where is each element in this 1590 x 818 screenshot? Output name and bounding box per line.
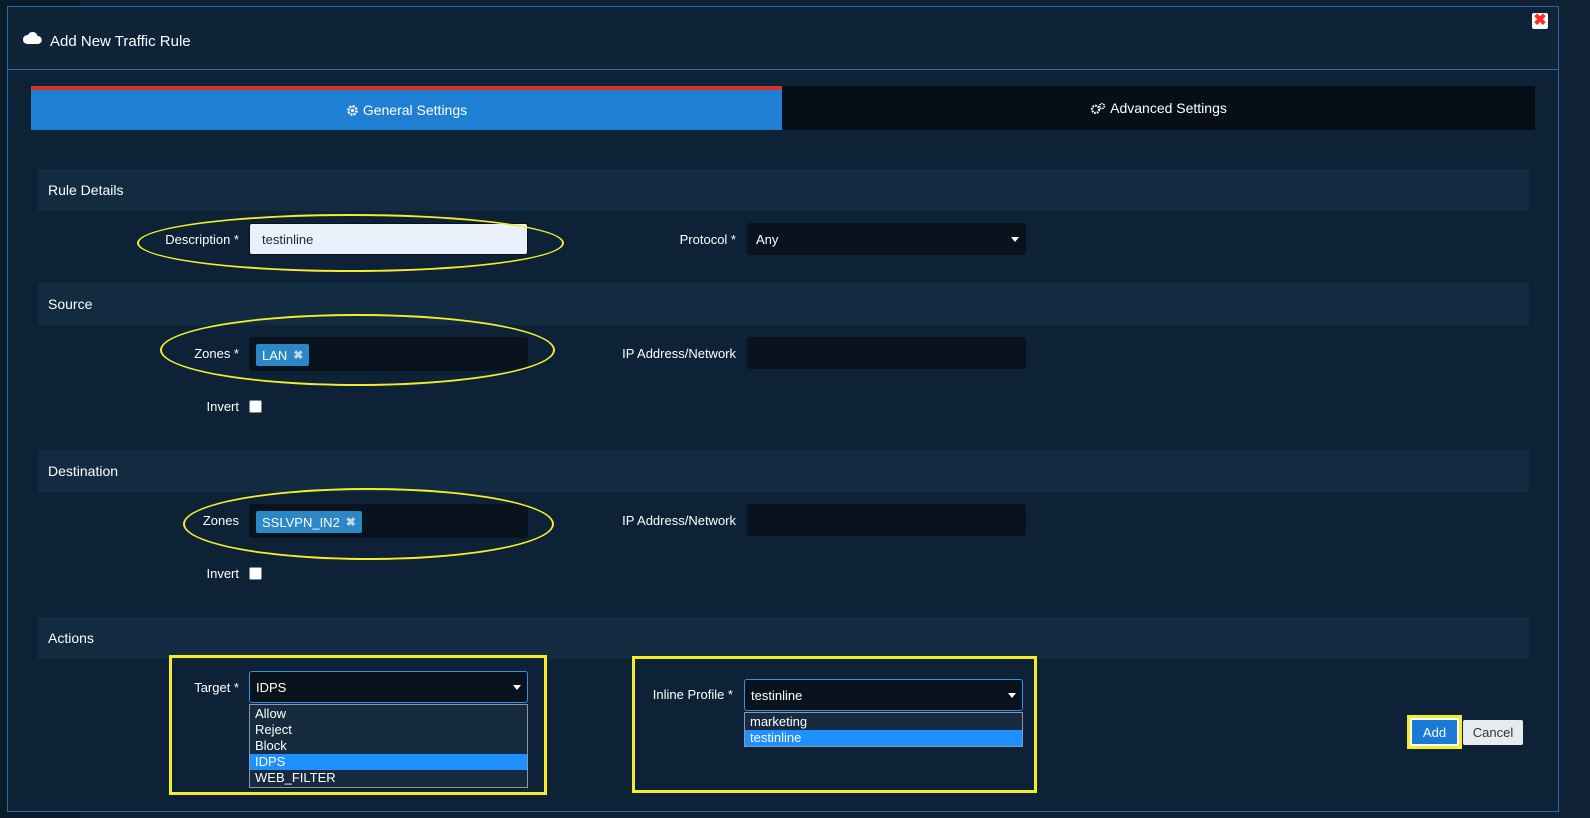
- inline-profile-select[interactable]: testinline: [744, 679, 1023, 711]
- section-rule-details-title: Rule Details: [48, 182, 124, 198]
- remove-tag-icon[interactable]: ✖: [346, 515, 356, 529]
- source-ip-input[interactable]: [747, 337, 1026, 369]
- chevron-down-icon: [1011, 237, 1019, 242]
- target-select[interactable]: IDPS: [249, 671, 528, 703]
- tab-general-settings-label: General Settings: [362, 102, 468, 118]
- zone-tag-label: SSLVPN_IN2: [262, 514, 340, 530]
- description-input[interactable]: testinline: [249, 223, 528, 255]
- inline-profile-option-testinline[interactable]: testinline: [745, 730, 1022, 746]
- source-zones-input[interactable]: LAN ✖: [249, 337, 528, 371]
- inline-profile-value: testinline: [751, 687, 803, 703]
- destination-ip-label: IP Address/Network: [622, 513, 736, 528]
- close-icon[interactable]: ✖: [1532, 13, 1548, 29]
- dialog-title: Add New Traffic Rule: [50, 33, 191, 50]
- target-option-block[interactable]: Block: [250, 738, 527, 754]
- section-destination-title: Destination: [48, 463, 119, 479]
- destination-zones-input[interactable]: SSLVPN_IN2 ✖: [249, 504, 528, 538]
- target-value: IDPS: [256, 679, 287, 695]
- section-rule-details: Rule Details: [38, 169, 1529, 211]
- target-option-allow[interactable]: Allow: [250, 706, 527, 722]
- description-value: testinline: [262, 231, 314, 247]
- target-option-idps[interactable]: IDPS: [250, 754, 527, 770]
- destination-invert-label: Invert: [206, 566, 239, 581]
- section-actions-title: Actions: [48, 630, 94, 646]
- tab-advanced-settings-label: Advanced Settings: [1110, 100, 1227, 116]
- tab-advanced-settings[interactable]: Advanced Settings: [782, 86, 1535, 130]
- source-ip-label: IP Address/Network: [622, 346, 736, 361]
- section-source-title: Source: [48, 296, 93, 312]
- source-zones-label: Zones *: [194, 346, 239, 361]
- description-label: Description *: [165, 232, 239, 247]
- source-invert-label: Invert: [206, 399, 239, 414]
- gear-icon: [347, 104, 358, 116]
- protocol-label: Protocol *: [679, 232, 736, 247]
- section-actions: Actions: [38, 617, 1529, 659]
- tab-bar: General Settings Advanced Settings: [31, 86, 1535, 130]
- destination-invert-checkbox[interactable]: [249, 567, 262, 580]
- zone-tag-sslvpn: SSLVPN_IN2 ✖: [256, 511, 362, 533]
- protocol-value: Any: [756, 231, 779, 247]
- target-option-web-filter[interactable]: WEB_FILTER: [250, 770, 527, 786]
- add-button[interactable]: Add: [1407, 715, 1462, 749]
- tab-general-settings[interactable]: General Settings: [31, 86, 782, 130]
- cloud-icon: [22, 31, 42, 44]
- target-option-reject[interactable]: Reject: [250, 722, 527, 738]
- chevron-down-icon: [1008, 693, 1016, 698]
- remove-tag-icon[interactable]: ✖: [293, 348, 303, 362]
- zone-tag-label: LAN: [262, 347, 288, 363]
- zone-tag-lan: LAN ✖: [256, 344, 310, 366]
- cancel-button[interactable]: Cancel: [1463, 720, 1523, 745]
- dialog-header: Add New Traffic Rule ✖: [8, 7, 1558, 70]
- add-traffic-rule-dialog: Add New Traffic Rule ✖ General Settings …: [7, 6, 1559, 812]
- section-destination: Destination: [38, 450, 1529, 492]
- target-label: Target *: [194, 680, 239, 695]
- inline-profile-options-list: marketing testinline: [744, 712, 1023, 747]
- inline-profile-option-marketing[interactable]: marketing: [745, 714, 1022, 730]
- destination-zones-label: Zones: [202, 513, 239, 528]
- gears-icon: [1091, 102, 1106, 114]
- section-source: Source: [38, 283, 1529, 325]
- chevron-down-icon: [513, 685, 521, 690]
- target-options-list: Allow Reject Block IDPS WEB_FILTER: [249, 704, 528, 788]
- protocol-select[interactable]: Any: [747, 223, 1026, 255]
- source-invert-checkbox[interactable]: [249, 400, 262, 413]
- inline-profile-label: Inline Profile *: [652, 687, 733, 702]
- destination-ip-input[interactable]: [747, 504, 1026, 536]
